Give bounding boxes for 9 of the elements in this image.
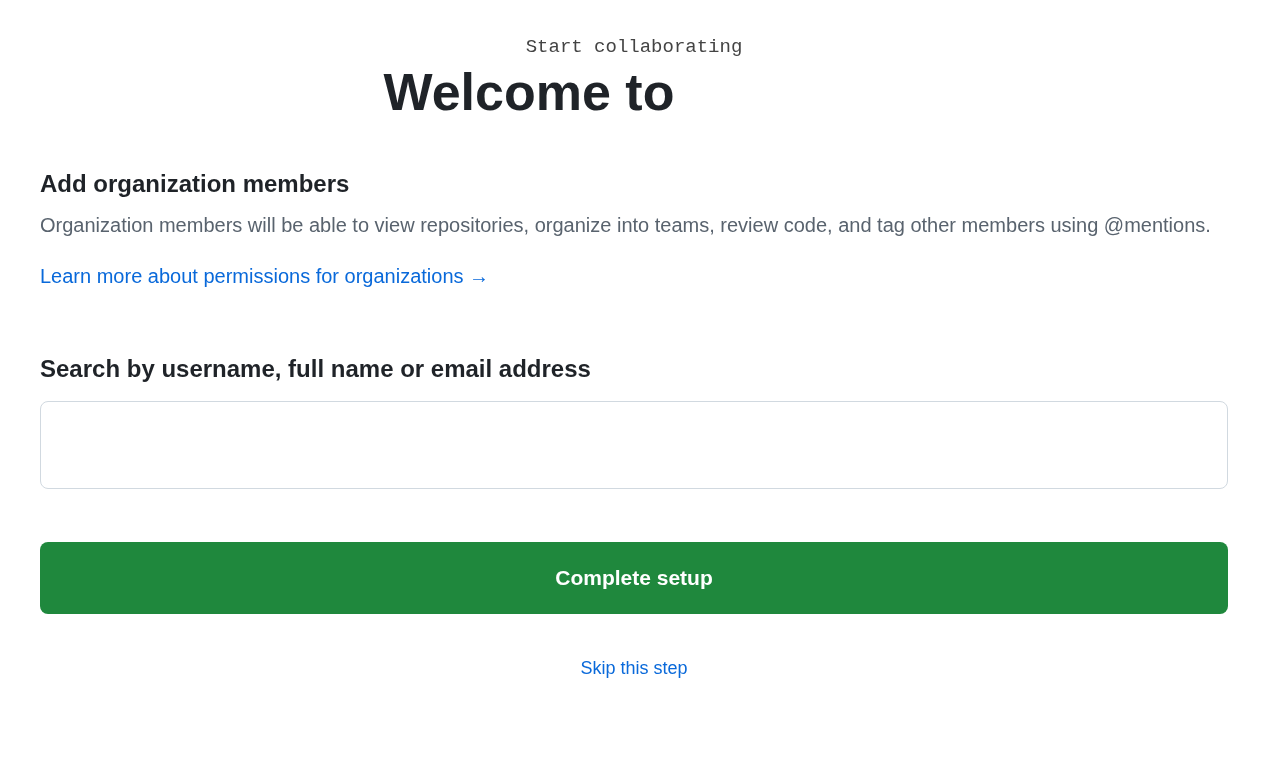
skip-link[interactable]: Skip this step <box>580 654 688 682</box>
search-label: Search by username, full name or email address <box>40 354 592 384</box>
search-field[interactable] <box>40 401 1228 489</box>
section-description: Organization members will be able to view repositories, organize into teams, review code, and tag other members using @mentions. <box>40 213 1212 238</box>
complete-setup-button[interactable]: Complete setup <box>40 542 1228 614</box>
eyebrow-text: Start collaborating <box>525 35 743 60</box>
page-title: Welcome to <box>383 62 675 123</box>
permissions-link[interactable]: Learn more about permissions for organizations → <box>40 259 490 293</box>
section-heading: Add organization members <box>40 169 351 199</box>
